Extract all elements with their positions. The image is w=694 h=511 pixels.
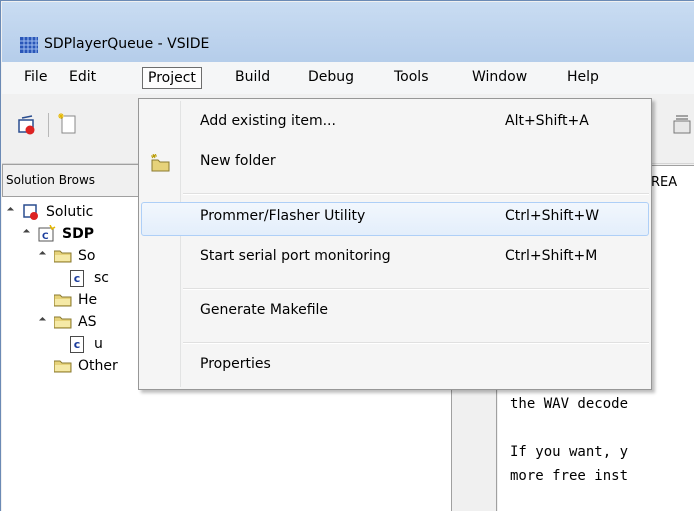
code-line: the WAV decode <box>510 396 629 412</box>
menu-build[interactable]: Build <box>230 67 275 89</box>
menu-project[interactable]: Project <box>142 67 202 89</box>
toolbar-tool-icon[interactable] <box>672 113 692 135</box>
solution-browser-tab[interactable]: Solution Brows <box>2 164 142 196</box>
tree-label: SDP <box>62 226 94 242</box>
c-file-icon: c <box>70 270 84 287</box>
new-folder-icon <box>151 154 170 172</box>
menu-item-label: Generate Makefile <box>200 302 329 318</box>
folder-icon <box>54 360 72 373</box>
menu-item-label: Properties <box>200 356 271 372</box>
project-icon: C <box>38 225 56 242</box>
tree-label: Other <box>78 358 118 374</box>
menu-item-generate-makefile[interactable]: Generate Makefile <box>141 296 649 330</box>
tree-label: sc <box>94 270 109 286</box>
menu-item-prommer-flasher-utility[interactable]: Prommer/Flasher Utility Ctrl+Shift+W <box>141 202 649 236</box>
menu-separator-highlight <box>183 289 649 290</box>
expand-arrow-icon[interactable] <box>6 206 15 215</box>
menu-window[interactable]: Window <box>467 67 532 89</box>
c-file-icon: c <box>70 336 84 353</box>
tree-label: He <box>78 292 98 308</box>
menu-item-label: Start serial port monitoring <box>200 248 391 264</box>
tree-label: AS <box>78 314 97 330</box>
menu-item-shortcut: Ctrl+Shift+W <box>505 208 600 224</box>
tree-label: Solutic <box>46 204 94 220</box>
window-title: SDPlayerQueue - VSIDE <box>44 36 210 52</box>
menu-item-shortcut: Ctrl+Shift+M <box>505 248 598 264</box>
menu-item-properties[interactable]: Properties <box>141 350 649 384</box>
menu-item-shortcut: Alt+Shift+A <box>505 113 589 129</box>
new-file-icon[interactable] <box>58 113 78 135</box>
menu-item-start-serial-port-monitoring[interactable]: Start serial port monitoring Ctrl+Shift+… <box>141 242 649 276</box>
title-bar: SDPlayerQueue - VSIDE <box>2 2 694 62</box>
expand-arrow-icon[interactable] <box>38 250 47 259</box>
menu-item-label: New folder <box>200 153 276 169</box>
application-window: SDPlayerQueue - VSIDE File Edit Project … <box>0 0 694 511</box>
folder-icon <box>54 294 72 307</box>
menu-separator-highlight <box>183 194 649 195</box>
expand-arrow-icon[interactable] <box>38 316 47 325</box>
tree-label: So <box>78 248 96 264</box>
menu-item-label: Prommer/Flasher Utility <box>200 208 366 224</box>
folder-icon <box>54 250 72 263</box>
svg-text:C: C <box>42 232 49 242</box>
menu-separator-highlight <box>183 343 649 344</box>
toolbar-separator <box>48 113 49 137</box>
menu-debug[interactable]: Debug <box>303 67 359 89</box>
menu-help[interactable]: Help <box>562 67 604 89</box>
tree-label: u <box>94 336 103 352</box>
solution-icon <box>23 204 38 220</box>
menu-edit[interactable]: Edit <box>64 67 101 89</box>
menu-item-new-folder[interactable]: New folder <box>141 147 649 181</box>
menu-item-add-existing-item[interactable]: Add existing item... Alt+Shift+A <box>141 107 649 141</box>
menu-bar: File Edit Project Build Debug Tools Wind… <box>2 62 694 94</box>
menu-item-label: Add existing item... <box>200 113 336 129</box>
project-menu-dropdown: Add existing item... Alt+Shift+A New fol… <box>138 98 652 390</box>
new-project-icon[interactable] <box>16 114 38 136</box>
menu-tools[interactable]: Tools <box>389 67 434 89</box>
code-line: more free inst <box>510 468 629 484</box>
expand-arrow-icon[interactable] <box>22 228 31 237</box>
code-line: If you want, y <box>510 444 629 460</box>
app-icon <box>20 37 38 53</box>
folder-icon <box>54 316 72 329</box>
menu-file[interactable]: File <box>19 67 52 89</box>
